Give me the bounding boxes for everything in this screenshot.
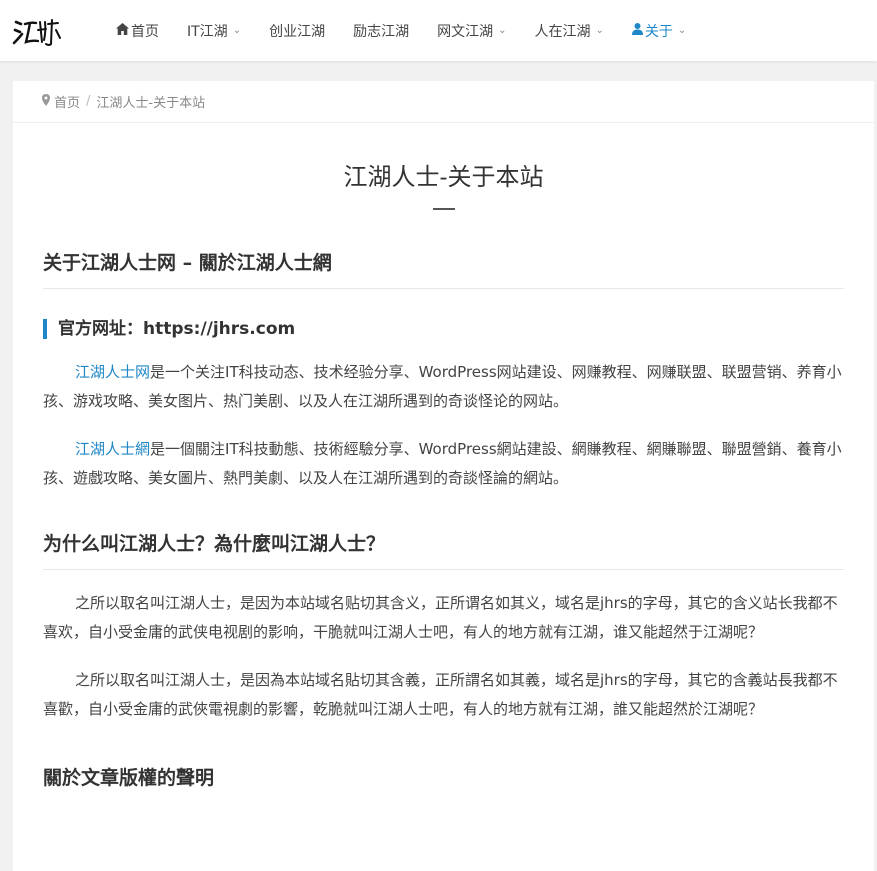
heading-copyright: 關於文章版權的聲明 (43, 767, 215, 789)
heading-about: 关于江湖人士网 – 關於江湖人士網 (43, 248, 844, 289)
main-nav: 首页 IT江湖 ⌄ 创业江湖 励志江湖 网文江湖 ⌄ 人在江湖 ⌄ 关于 ⌄ (116, 0, 714, 61)
title-underline (432, 208, 455, 210)
map-marker-icon (42, 94, 50, 109)
nav-item-it[interactable]: IT江湖 ⌄ (187, 0, 241, 61)
article-body: 关于江湖人士网 – 關於江湖人士網 官方网址：https://jhrs.com … (13, 248, 874, 803)
breadcrumb-current: 江湖人士-关于本站 (96, 96, 206, 111)
nav-label: 关于 (644, 23, 673, 40)
paragraph-name-simplified: 之所以取名叫江湖人士，是因为本站域名贴切其含义，正所谓名如其义，域名是jhrs的… (43, 594, 838, 641)
nav-label: 首页 (131, 23, 159, 40)
chevron-down-icon: ⌄ (498, 25, 507, 36)
breadcrumb-separator: / (86, 94, 91, 109)
top-navbar: 首页 IT江湖 ⌄ 创业江湖 励志江湖 网文江湖 ⌄ 人在江湖 ⌄ 关于 ⌄ (0, 0, 877, 61)
site-logo[interactable] (12, 10, 64, 52)
paragraph-intro-simplified: 江湖人士网是一个关注IT科技动态、技术经验分享、WordPress网站建设、网赚… (43, 358, 844, 416)
user-icon (631, 22, 643, 39)
home-icon (116, 22, 129, 39)
nav-item-home[interactable]: 首页 (116, 0, 159, 61)
breadcrumb: 首页 / 江湖人士-关于本站 (13, 81, 874, 123)
nav-item-about[interactable]: 关于 ⌄ (631, 0, 687, 61)
nav-label: 人在江湖 (534, 23, 591, 40)
chevron-down-icon: ⌄ (595, 25, 604, 36)
site-link[interactable]: 江湖人士網 (75, 440, 150, 458)
nav-label: 励志江湖 (353, 23, 410, 40)
nav-item-inspire[interactable]: 励志江湖 (353, 0, 409, 61)
breadcrumb-home-link[interactable]: 首页 (54, 92, 80, 111)
nav-item-life[interactable]: 人在江湖 ⌄ (534, 0, 603, 61)
nav-label: 创业江湖 (269, 23, 326, 40)
chevron-down-icon: ⌄ (677, 25, 687, 36)
heading-official-url: 官方网址：https://jhrs.com (43, 319, 844, 339)
heading-why-name: 为什么叫江湖人士？為什麼叫江湖人士？ (43, 529, 844, 570)
nav-item-web-literature[interactable]: 网文江湖 ⌄ (437, 0, 506, 61)
site-link[interactable]: 江湖人士网 (75, 363, 150, 381)
paragraph-intro-traditional: 江湖人士網是一個關注IT科技動態、技術經驗分享、WordPress網站建設、網賺… (43, 435, 844, 493)
nav-label: 网文江湖 (437, 23, 494, 40)
paragraph-text: 是一個關注IT科技動態、技術經驗分享、WordPress網站建設、網賺教程、網賺… (43, 440, 842, 487)
paragraph-name-traditional: 之所以取名叫江湖人士，是因為本站域名貼切其含義，正所謂名如其義，域名是jhrs的… (43, 671, 838, 718)
chevron-down-icon: ⌄ (232, 25, 242, 36)
paragraph-text: 是一个关注IT科技动态、技术经验分享、WordPress网站建设、网赚教程、网赚… (43, 363, 842, 410)
nav-label: IT江湖 (187, 23, 228, 40)
nav-item-startup[interactable]: 创业江湖 (269, 0, 325, 61)
content-card: 首页 / 江湖人士-关于本站 江湖人士-关于本站 关于江湖人士网 – 關於江湖人… (13, 81, 874, 871)
page-title: 江湖人士-关于本站 (343, 164, 544, 191)
